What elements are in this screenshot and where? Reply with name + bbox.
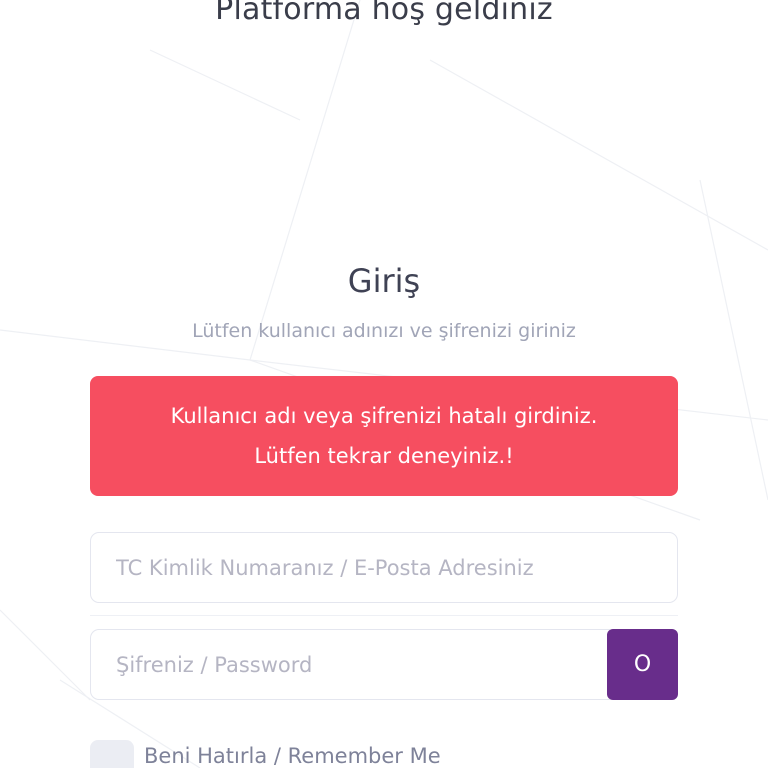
error-alert-line-2: Lütfen tekrar deneyiniz.! xyxy=(254,444,514,468)
error-alert: Kullanıcı adı veya şifrenizi hatalı gird… xyxy=(90,376,678,496)
password-input[interactable] xyxy=(91,630,610,699)
password-toggle-button[interactable]: O xyxy=(607,629,678,700)
login-title: Giriş xyxy=(347,262,421,300)
eye-toggle-icon: O xyxy=(633,652,652,677)
welcome-heading: Platforma hoş geldiniz xyxy=(215,0,553,27)
remember-me-checkbox[interactable] xyxy=(90,740,134,768)
login-subtitle: Lütfen kullanıcı adınızı ve şifrenizi gi… xyxy=(192,320,576,342)
password-field xyxy=(90,629,610,700)
field-divider xyxy=(90,615,678,616)
login-page: Platforma hoş geldiniz Giriş Lütfen kull… xyxy=(0,0,768,768)
username-field xyxy=(90,532,678,603)
username-input[interactable] xyxy=(91,533,677,602)
remember-me-label[interactable]: Beni Hatırla / Remember Me xyxy=(144,744,441,768)
error-alert-line-1: Kullanıcı adı veya şifrenizi hatalı gird… xyxy=(170,404,598,428)
